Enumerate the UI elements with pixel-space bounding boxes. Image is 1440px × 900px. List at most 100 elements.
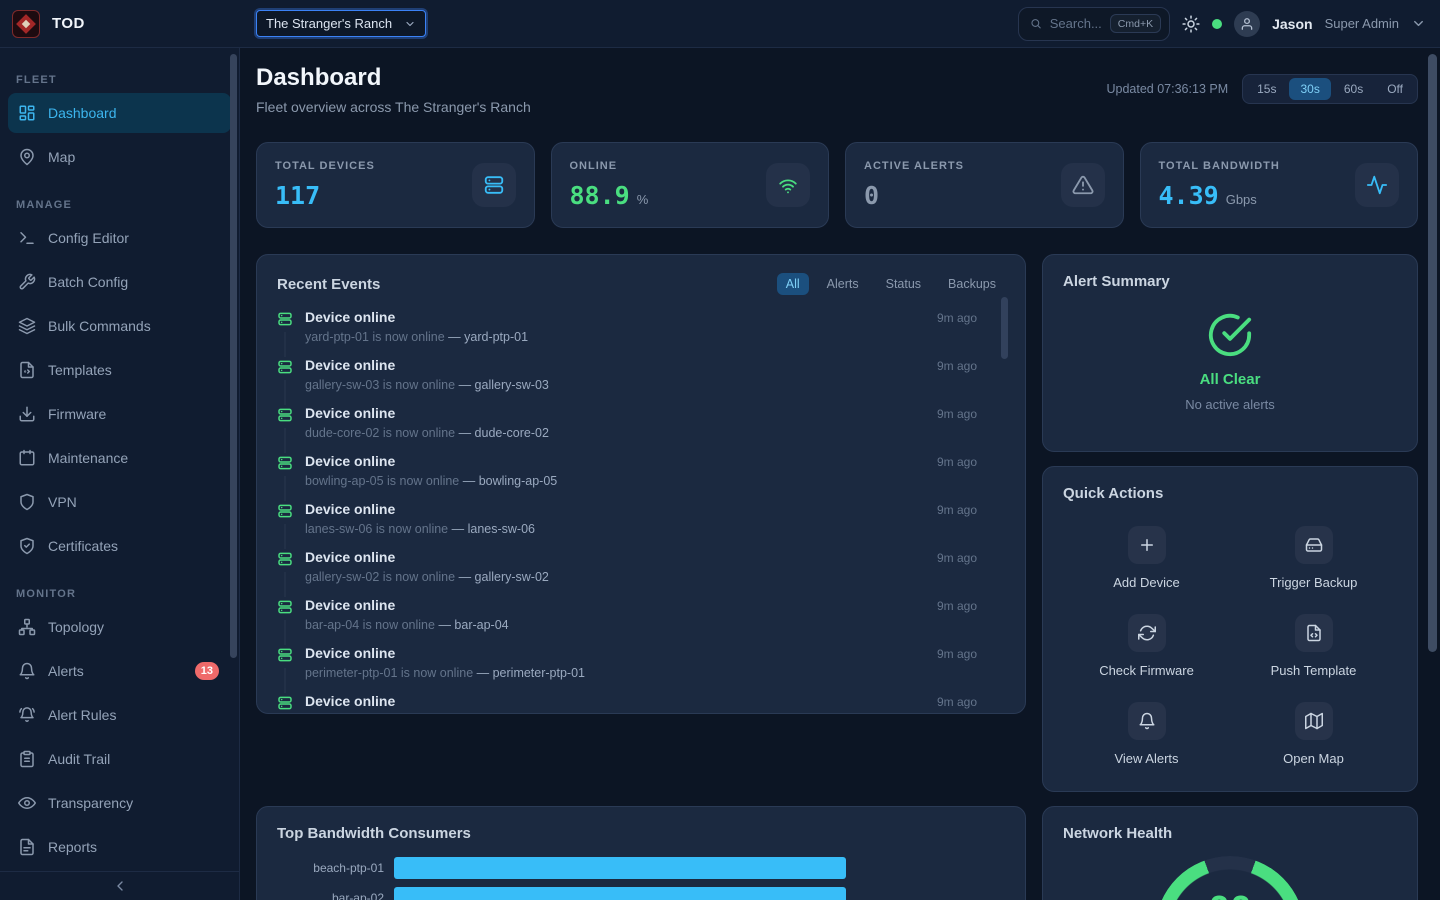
sidebar-scrollbar-thumb[interactable] [230,54,237,658]
bar [394,887,846,900]
sidebar-item-dashboard[interactable]: Dashboard [8,93,231,133]
file-text-icon [18,838,36,856]
sidebar-item-reports[interactable]: Reports [8,827,231,867]
dashboard-icon [18,104,36,122]
recent-events-title: Recent Events [277,276,380,293]
bar [394,857,846,879]
sidebar-item-label: VPN [48,494,77,510]
search-shortcut-badge: Cmd+K [1110,14,1161,33]
sidebar-item-topology[interactable]: Topology [8,607,231,647]
sidebar-item-transparency[interactable]: Transparency [8,783,231,823]
site-selector[interactable]: The Stranger's Ranch [256,10,426,37]
refresh-option-30s[interactable]: 30s [1289,78,1330,100]
event-item[interactable]: Device onlinebar-ap-04 is now online — b… [277,597,977,645]
main-scrollbar-thumb[interactable] [1428,54,1437,652]
sidebar-item-templates[interactable]: Templates [8,350,231,390]
sidebar-item-vpn[interactable]: VPN [8,482,231,522]
sidebar-item-label: Transparency [48,795,133,811]
bar-row: bar-ap-02 [277,887,1005,900]
sidebar-item-firmware[interactable]: Firmware [8,394,231,434]
sidebar-item-alert-rules[interactable]: Alert Rules [8,695,231,735]
nav-section-label: FLEET [16,74,239,86]
sidebar-item-maintenance[interactable]: Maintenance [8,438,231,478]
main-content: Dashboard Fleet overview across The Stra… [240,48,1440,900]
event-item[interactable]: Device onlinelanes-sw-06 is now online —… [277,501,977,549]
sidebar-item-map[interactable]: Map [8,137,231,177]
event-item[interactable]: Device onlinegallery-sw-03 is now online… [277,357,977,405]
event-time: 9m ago [937,599,977,645]
quick-actions-title: Quick Actions [1063,485,1397,502]
refresh-icon [1138,624,1156,642]
stat-card-active-alerts: ACTIVE ALERTS 0 [845,142,1124,228]
quick-actions-card: Quick Actions Add Device Trigger Backup … [1042,466,1418,792]
view-alerts-button[interactable]: View Alerts [1063,702,1230,766]
sidebar-item-bulk-commands[interactable]: Bulk Commands [8,306,231,346]
timeline-connector [284,332,286,357]
nav-section-label: MONITOR [16,588,239,600]
events-scrollbar-thumb[interactable] [1001,297,1008,359]
event-time: 9m ago [937,407,977,453]
event-time: 9m ago [937,311,977,357]
sidebar-item-label: Bulk Commands [48,318,151,334]
refresh-option-off[interactable]: Off [1376,78,1414,100]
server-icon [277,647,293,663]
stat-card-total-devices: TOTAL DEVICES 117 [256,142,535,228]
tab-alerts[interactable]: Alerts [818,273,868,295]
map-pin-icon [18,148,36,166]
sidebar-item-label: Templates [48,362,112,378]
open-map-button[interactable]: Open Map [1230,702,1397,766]
tab-status[interactable]: Status [877,273,930,295]
theme-toggle-button[interactable] [1182,15,1200,33]
sidebar-item-certificates[interactable]: Certificates [8,526,231,566]
network-health-title: Network Health [1063,825,1397,842]
server-icon [277,359,293,375]
search-input[interactable]: Search... Cmd+K [1018,7,1170,41]
bandwidth-bar-chart: beach-ptp-01 bar-ap-02 [277,857,1005,900]
stat-value: 88.9 [570,181,630,210]
user-menu-chevron-icon[interactable] [1411,16,1426,31]
alert-summary-title: Alert Summary [1063,273,1397,290]
bar-row: beach-ptp-01 [277,857,1005,879]
timeline-connector [284,428,286,453]
search-icon [1030,16,1042,31]
site-selector-value: The Stranger's Ranch [266,16,392,31]
terminal-icon [18,229,36,247]
sidebar-item-config-editor[interactable]: Config Editor [8,218,231,258]
alerts-count-badge: 13 [195,662,219,680]
refresh-interval-control: 15s 30s 60s Off [1242,74,1418,104]
sidebar-item-batch-config[interactable]: Batch Config [8,262,231,302]
sidebar-item-alerts[interactable]: Alerts 13 [8,651,231,691]
refresh-option-15s[interactable]: 15s [1246,78,1287,100]
updated-timestamp: Updated 07:36:13 PM [1107,82,1229,96]
timeline-connector [284,620,286,645]
network-icon [18,618,36,636]
download-icon [18,405,36,423]
check-firmware-button[interactable]: Check Firmware [1063,614,1230,678]
sidebar-item-audit-trail[interactable]: Audit Trail [8,739,231,779]
connection-status-dot [1212,19,1222,29]
brand-name: TOD [52,15,85,32]
page-subtitle: Fleet overview across The Stranger's Ran… [256,99,531,115]
shield-check-icon [18,537,36,555]
alert-summary-card: Alert Summary All Clear No active alerts [1042,254,1418,452]
add-device-button[interactable]: Add Device [1063,526,1230,590]
sidebar-collapse-button[interactable] [0,871,239,900]
refresh-option-60s[interactable]: 60s [1333,78,1374,100]
tab-all[interactable]: All [777,273,809,295]
event-item[interactable]: Device onlineperimeter-ptp-01 is now onl… [277,645,977,693]
stats-row: TOTAL DEVICES 117 ONLINE 88.9% ACTIVE AL… [256,142,1418,228]
event-item[interactable]: Device onlinedude-core-02 is now online … [277,405,977,453]
trigger-backup-button[interactable]: Trigger Backup [1230,526,1397,590]
event-item[interactable]: Device online 9m ago [277,693,977,714]
bandwidth-chart-card: Top Bandwidth Consumers beach-ptp-01 bar… [256,806,1026,900]
tab-backups[interactable]: Backups [939,273,1005,295]
sidebar-item-label: Map [48,149,75,165]
activity-icon [1366,174,1388,196]
event-item[interactable]: Device onlinebowling-ap-05 is now online… [277,453,977,501]
event-item[interactable]: Device onlineyard-ptp-01 is now online —… [277,309,977,357]
push-template-button[interactable]: Push Template [1230,614,1397,678]
brand: TOD [0,10,240,38]
timeline-connector [284,572,286,597]
avatar[interactable] [1234,11,1260,37]
event-item[interactable]: Device onlinegallery-sw-02 is now online… [277,549,977,597]
